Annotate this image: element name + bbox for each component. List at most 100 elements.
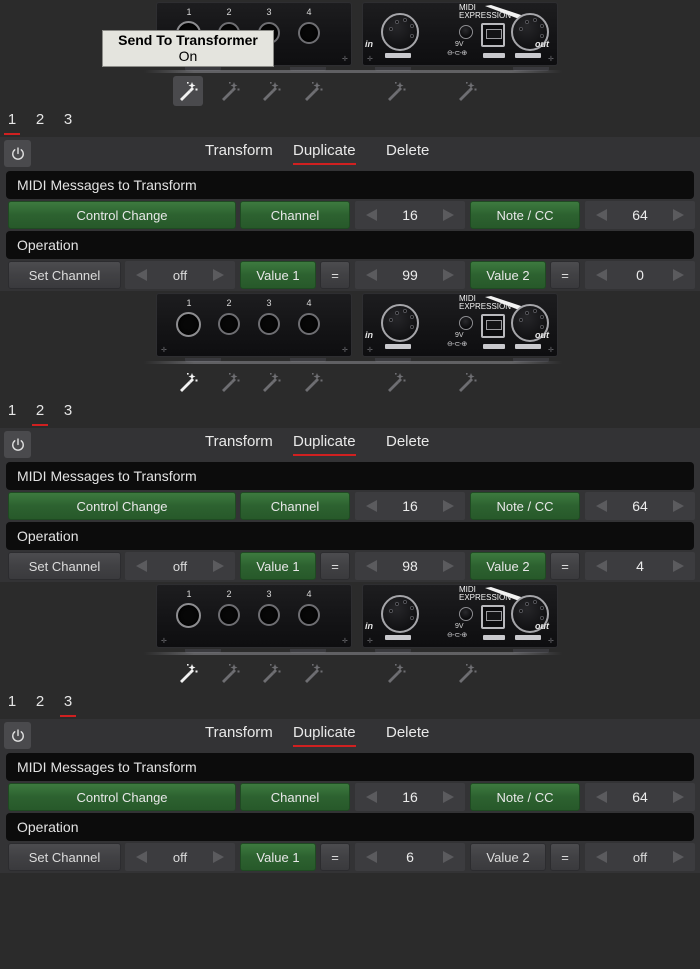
magic-wand-button-2[interactable]: [215, 367, 245, 397]
power-toggle-button[interactable]: [4, 722, 31, 749]
nav-duplicate[interactable]: Duplicate: [293, 432, 356, 456]
magic-wand-button-6[interactable]: [452, 367, 482, 397]
nav-delete[interactable]: Delete: [386, 141, 429, 165]
set-channel-button[interactable]: Set Channel: [8, 552, 121, 580]
value1-button[interactable]: Value 1: [240, 843, 316, 871]
chevron-right-icon[interactable]: [443, 209, 454, 221]
channel-stepper[interactable]: 16: [355, 201, 465, 229]
note-cc-stepper[interactable]: 64: [585, 201, 695, 229]
chevron-right-icon[interactable]: [443, 851, 454, 863]
value2-button[interactable]: Value 2: [470, 552, 546, 580]
value1-stepper[interactable]: 6: [355, 843, 465, 871]
tab-label: 3: [63, 111, 73, 128]
magic-wand-icon: [388, 664, 406, 683]
chevron-right-icon[interactable]: [673, 851, 684, 863]
message-type-button[interactable]: Control Change: [8, 492, 236, 520]
tab-1[interactable]: 1: [2, 110, 22, 135]
magic-wand-button-3[interactable]: [256, 76, 286, 106]
magic-wand-button-5[interactable]: [381, 658, 411, 688]
magic-wand-button-5[interactable]: [381, 76, 411, 106]
note-cc-stepper[interactable]: 64: [585, 783, 695, 811]
note-cc-button[interactable]: Note / CC: [470, 492, 580, 520]
value1-button[interactable]: Value 1: [240, 552, 316, 580]
value1-equals-button[interactable]: =: [320, 261, 350, 289]
magic-wand-button-6[interactable]: [452, 76, 482, 106]
value2-stepper[interactable]: off: [585, 843, 695, 871]
channel-stepper[interactable]: 16: [355, 492, 465, 520]
chevron-right-icon[interactable]: [673, 500, 684, 512]
value2-equals-button[interactable]: =: [550, 261, 580, 289]
magic-wand-button-3[interactable]: [256, 658, 286, 688]
power-toggle-button[interactable]: [4, 140, 31, 167]
value1-stepper[interactable]: 99: [355, 261, 465, 289]
value2-equals-button[interactable]: =: [550, 552, 580, 580]
magic-wand-button-2[interactable]: [215, 658, 245, 688]
magic-wand-button-3[interactable]: [256, 367, 286, 397]
value1-equals-button[interactable]: =: [320, 843, 350, 871]
tab-3[interactable]: 3: [58, 110, 78, 135]
set-channel-button[interactable]: Set Channel: [8, 261, 121, 289]
note-cc-stepper[interactable]: 64: [585, 492, 695, 520]
value2-stepper[interactable]: 4: [585, 552, 695, 580]
value1-button[interactable]: Value 1: [240, 261, 316, 289]
magic-wand-button-2[interactable]: [215, 76, 245, 106]
tab-2[interactable]: 2: [30, 401, 50, 426]
chevron-right-icon[interactable]: [673, 791, 684, 803]
tab-2[interactable]: 2: [30, 692, 50, 717]
magic-wand-button-5[interactable]: [381, 367, 411, 397]
message-type-button[interactable]: Control Change: [8, 783, 236, 811]
chevron-right-icon[interactable]: [443, 269, 454, 281]
magic-wand-button-4[interactable]: [298, 658, 328, 688]
channel-button[interactable]: Channel: [240, 783, 350, 811]
screw-icon: ✛: [342, 638, 348, 645]
magic-wand-button-6[interactable]: [452, 658, 482, 688]
power-toggle-button[interactable]: [4, 431, 31, 458]
note-cc-button[interactable]: Note / CC: [470, 201, 580, 229]
tab-1[interactable]: 1: [2, 401, 22, 426]
nav-transform[interactable]: Transform: [205, 432, 273, 456]
magic-wand-icon: [305, 664, 323, 683]
chevron-right-icon[interactable]: [213, 560, 224, 572]
value2-equals-button[interactable]: =: [550, 843, 580, 871]
magic-wand-button-4[interactable]: [298, 76, 328, 106]
tab-3[interactable]: 3: [58, 692, 78, 717]
set-channel-stepper[interactable]: off: [125, 552, 235, 580]
chevron-right-icon[interactable]: [443, 560, 454, 572]
tab-2[interactable]: 2: [30, 110, 50, 135]
channel-button[interactable]: Channel: [240, 492, 350, 520]
chevron-right-icon[interactable]: [213, 851, 224, 863]
chevron-right-icon[interactable]: [673, 209, 684, 221]
value2-button[interactable]: Value 2: [470, 843, 546, 871]
channel-stepper[interactable]: 16: [355, 783, 465, 811]
nav-duplicate[interactable]: Duplicate: [293, 141, 356, 165]
set-channel-stepper[interactable]: off: [125, 261, 235, 289]
value1-stepper[interactable]: 98: [355, 552, 465, 580]
chevron-right-icon[interactable]: [673, 560, 684, 572]
value2-button[interactable]: Value 2: [470, 261, 546, 289]
chevron-right-icon[interactable]: [443, 500, 454, 512]
nav-transform[interactable]: Transform: [205, 723, 273, 747]
nav-delete[interactable]: Delete: [386, 723, 429, 747]
value2-stepper[interactable]: 0: [585, 261, 695, 289]
channel-button[interactable]: Channel: [240, 201, 350, 229]
magic-wand-button-1[interactable]: [173, 76, 203, 106]
messages-section-header: MIDI Messages to Transform: [6, 462, 694, 490]
jack-label-2: 2: [226, 7, 232, 17]
tab-1[interactable]: 1: [2, 692, 22, 717]
chevron-right-icon[interactable]: [673, 269, 684, 281]
magic-wand-button-4[interactable]: [298, 367, 328, 397]
nav-transform[interactable]: Transform: [205, 141, 273, 165]
screw-icon: ✛: [161, 638, 167, 645]
magic-wand-button-1[interactable]: [173, 367, 203, 397]
note-cc-button[interactable]: Note / CC: [470, 783, 580, 811]
set-channel-stepper[interactable]: off: [125, 843, 235, 871]
chevron-right-icon[interactable]: [443, 791, 454, 803]
nav-duplicate[interactable]: Duplicate: [293, 723, 356, 747]
chevron-right-icon[interactable]: [213, 269, 224, 281]
magic-wand-button-1[interactable]: [173, 658, 203, 688]
tab-3[interactable]: 3: [58, 401, 78, 426]
nav-delete[interactable]: Delete: [386, 432, 429, 456]
value1-equals-button[interactable]: =: [320, 552, 350, 580]
message-type-button[interactable]: Control Change: [8, 201, 236, 229]
set-channel-button[interactable]: Set Channel: [8, 843, 121, 871]
